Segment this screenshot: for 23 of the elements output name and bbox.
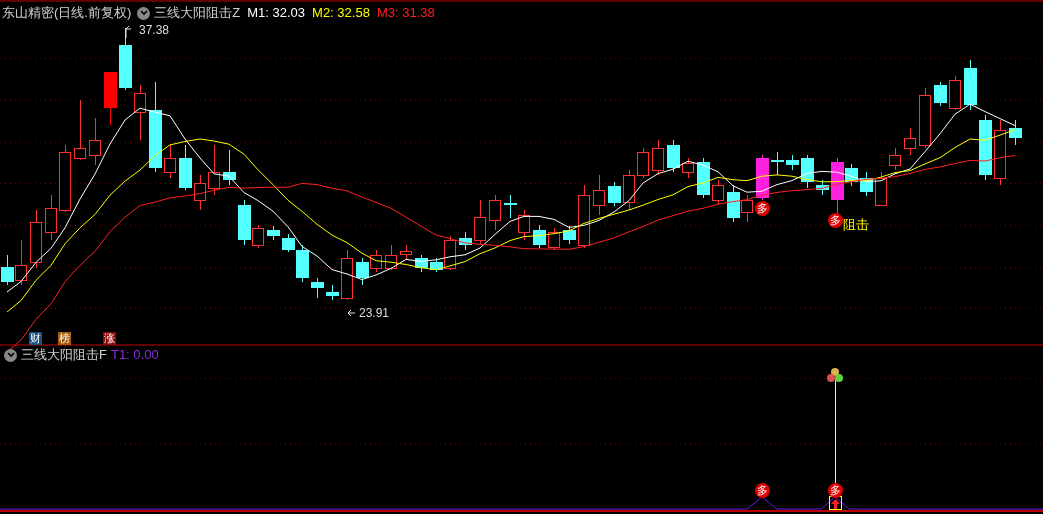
pointer-arrow-icon — [125, 25, 132, 39]
tag-badge: 榜 — [58, 332, 71, 345]
indicator-name: 三线大阳阻击Z — [154, 5, 241, 21]
pointer-arrow-icon — [347, 309, 356, 317]
signal-badge: 多 — [828, 213, 843, 228]
high-price-label: 37.38 — [139, 23, 170, 37]
signal-badge: 多 — [755, 201, 770, 216]
dropdown-icon[interactable] — [4, 348, 17, 362]
stock-title: 东山精密(日线.前复权) — [2, 5, 132, 21]
indicator-value: T1: 0.00 — [110, 347, 159, 363]
up-arrow-icon — [829, 496, 842, 510]
signal-badge: 多 — [755, 483, 770, 498]
low-price-label: 23.91 — [359, 306, 390, 320]
signal-badge: 多 — [828, 483, 843, 498]
resist-label: 阻击 — [843, 217, 869, 233]
tag-badge: 财 — [29, 332, 42, 345]
ball-cluster-icon — [827, 368, 843, 382]
indicator-value: M3: 31.38 — [376, 5, 435, 21]
indicator-value: M1: 32.03 — [247, 5, 306, 21]
indicator-value: M2: 32.58 — [312, 5, 370, 21]
tag-badge: 涨 — [103, 332, 116, 345]
indicator-name: 三线大阳阻击F — [21, 347, 107, 363]
dropdown-icon[interactable] — [137, 6, 151, 20]
